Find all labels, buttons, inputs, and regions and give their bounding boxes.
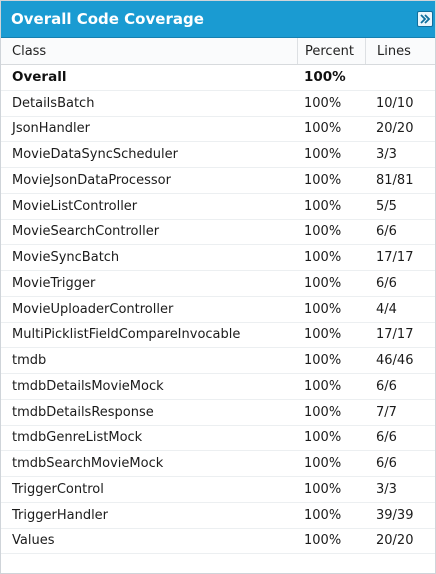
class-cell: tmdb bbox=[12, 353, 47, 369]
class-cell: MovieJsonDataProcessor bbox=[12, 172, 171, 188]
lines-cell: 6/6 bbox=[376, 456, 397, 472]
percent-cell: 100% bbox=[304, 378, 342, 394]
class-cell: tmdbDetailsResponse bbox=[12, 404, 154, 420]
panel-title: Overall Code Coverage bbox=[11, 10, 204, 28]
class-cell: JsonHandler bbox=[12, 121, 90, 137]
table-row[interactable]: tmdbDetailsResponse 100% 7/7 bbox=[1, 400, 435, 426]
percent-cell: 100% bbox=[304, 533, 342, 549]
class-cell: TriggerControl bbox=[12, 481, 104, 497]
lines-cell: 17/17 bbox=[376, 250, 414, 266]
lines-cell: 7/7 bbox=[376, 404, 397, 420]
percent-cell: 100% bbox=[304, 224, 342, 240]
percent-cell: 100% bbox=[304, 198, 342, 214]
class-cell: MovieSearchController bbox=[12, 224, 160, 240]
lines-cell: 4/4 bbox=[376, 301, 397, 317]
class-cell: MovieListController bbox=[12, 198, 138, 214]
percent-cell: 100% bbox=[304, 95, 342, 111]
class-cell: MovieUploaderController bbox=[12, 301, 174, 317]
table-row[interactable]: MovieUploaderController 100% 4/4 bbox=[1, 297, 435, 323]
lines-cell: 3/3 bbox=[376, 147, 397, 163]
percent-cell: 100% bbox=[304, 481, 342, 497]
percent-cell: 100% bbox=[304, 430, 342, 446]
percent-cell: 100% bbox=[304, 275, 342, 291]
lines-cell: 17/17 bbox=[376, 327, 414, 343]
table-row[interactable]: Values 100% 20/20 bbox=[1, 529, 435, 555]
lines-cell: 39/39 bbox=[376, 507, 414, 523]
table-row[interactable]: MovieSearchController 100% 6/6 bbox=[1, 220, 435, 246]
overall-label: Overall bbox=[12, 69, 67, 86]
overall-lines bbox=[365, 65, 435, 90]
percent-cell: 100% bbox=[304, 507, 342, 523]
class-cell: MultiPicklistFieldCompareInvocable bbox=[12, 327, 241, 343]
lines-cell: 6/6 bbox=[376, 378, 397, 394]
table-row[interactable]: tmdbSearchMovieMock 100% 6/6 bbox=[1, 451, 435, 477]
table-row[interactable]: tmdbDetailsMovieMock 100% 6/6 bbox=[1, 374, 435, 400]
percent-cell: 100% bbox=[304, 404, 342, 420]
lines-cell: 6/6 bbox=[376, 224, 397, 240]
table-row[interactable]: MovieListController 100% 5/5 bbox=[1, 194, 435, 220]
table-row[interactable]: JsonHandler 100% 20/20 bbox=[1, 117, 435, 143]
percent-cell: 100% bbox=[304, 327, 342, 343]
code-coverage-panel: Overall Code Coverage Class Percent Line… bbox=[0, 0, 436, 574]
class-cell: Values bbox=[12, 533, 55, 549]
panel-header: Overall Code Coverage bbox=[1, 1, 435, 38]
table-row[interactable]: tmdbGenreListMock 100% 6/6 bbox=[1, 426, 435, 452]
class-cell: MovieDataSyncScheduler bbox=[12, 147, 178, 163]
class-cell: tmdbGenreListMock bbox=[12, 430, 143, 446]
class-cell: TriggerHandler bbox=[12, 507, 109, 523]
percent-cell: 100% bbox=[304, 456, 342, 472]
table-row[interactable]: MovieDataSyncScheduler 100% 3/3 bbox=[1, 142, 435, 168]
table-header-row: Class Percent Lines bbox=[1, 38, 435, 65]
table-row[interactable]: tmdb 100% 46/46 bbox=[1, 348, 435, 374]
class-cell: tmdbDetailsMovieMock bbox=[12, 378, 164, 394]
column-header-class[interactable]: Class bbox=[1, 38, 297, 64]
table-row[interactable]: MovieSyncBatch 100% 17/17 bbox=[1, 245, 435, 271]
overall-percent: 100% bbox=[304, 69, 346, 86]
percent-cell: 100% bbox=[304, 147, 342, 163]
lines-cell: 6/6 bbox=[376, 430, 397, 446]
percent-cell: 100% bbox=[304, 301, 342, 317]
class-cell: tmdbSearchMovieMock bbox=[12, 456, 164, 472]
column-header-lines[interactable]: Lines bbox=[365, 38, 435, 64]
table-row[interactable]: DetailsBatch 100% 10/10 bbox=[1, 91, 435, 117]
table-row[interactable]: MultiPicklistFieldCompareInvocable 100% 17… bbox=[1, 323, 435, 349]
coverage-table: Class Percent Lines Overall 100% Details… bbox=[1, 38, 435, 555]
class-cell: MovieSyncBatch bbox=[12, 250, 120, 266]
class-cell: MovieTrigger bbox=[12, 275, 96, 291]
double-chevron-right-icon bbox=[420, 14, 431, 24]
table-row[interactable]: TriggerControl 100% 3/3 bbox=[1, 477, 435, 503]
lines-cell: 5/5 bbox=[376, 198, 397, 214]
lines-cell: 81/81 bbox=[376, 172, 414, 188]
percent-cell: 100% bbox=[304, 250, 342, 266]
table-row[interactable]: TriggerHandler 100% 39/39 bbox=[1, 503, 435, 529]
lines-cell: 3/3 bbox=[376, 481, 397, 497]
lines-cell: 10/10 bbox=[376, 95, 414, 111]
table-body: DetailsBatch 100% 10/10 JsonHandler 100% 20/2… bbox=[1, 91, 435, 555]
percent-cell: 100% bbox=[304, 121, 342, 137]
percent-cell: 100% bbox=[304, 353, 342, 369]
lines-cell: 6/6 bbox=[376, 275, 397, 291]
percent-cell: 100% bbox=[304, 172, 342, 188]
overall-row: Overall 100% bbox=[1, 65, 435, 91]
lines-cell: 20/20 bbox=[376, 121, 414, 137]
table-row[interactable]: MovieJsonDataProcessor 100% 81/81 bbox=[1, 168, 435, 194]
class-cell: DetailsBatch bbox=[12, 95, 95, 111]
column-header-percent[interactable]: Percent bbox=[297, 38, 365, 64]
lines-cell: 20/20 bbox=[376, 533, 414, 549]
collapse-panel-button[interactable] bbox=[417, 11, 433, 27]
table-row[interactable]: MovieTrigger 100% 6/6 bbox=[1, 271, 435, 297]
lines-cell: 46/46 bbox=[376, 353, 414, 369]
